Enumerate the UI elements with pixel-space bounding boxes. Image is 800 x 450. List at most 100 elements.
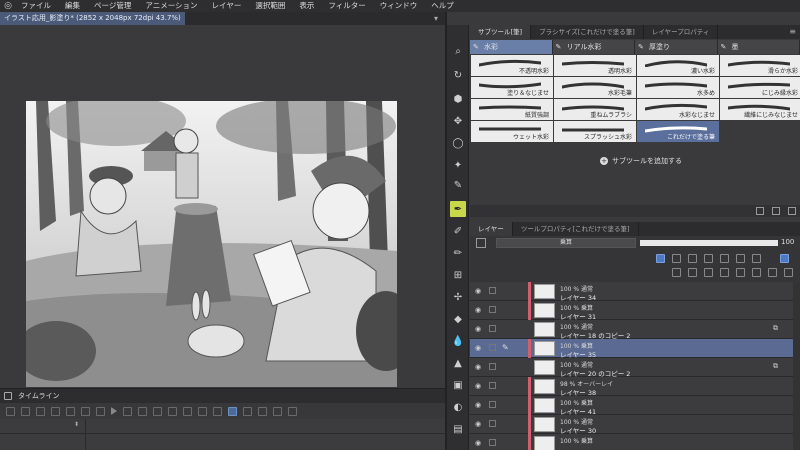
create-mask-icon[interactable] <box>752 268 761 277</box>
blend-mode-select[interactable]: 乗算 <box>496 238 636 248</box>
layer-row[interactable]: ◉ 100 % 乗算 レイヤー 41 <box>470 396 800 416</box>
lasso-tool-icon[interactable]: ◯ <box>450 135 466 151</box>
gradient-tool-icon[interactable]: ▣ <box>450 377 466 393</box>
prev-frame-button[interactable] <box>96 406 105 416</box>
subtool-item[interactable]: これだけで塗る筆 <box>637 121 719 142</box>
decoration-tool-icon[interactable]: ✢ <box>450 289 466 305</box>
layer-lock-checkbox[interactable] <box>489 439 496 446</box>
visibility-eye-icon[interactable]: ◉ <box>474 382 482 390</box>
keyframe-settings-button[interactable] <box>258 406 267 416</box>
visibility-eye-icon[interactable]: ◉ <box>474 344 482 352</box>
airbrush-tool-icon[interactable]: ⊞ <box>450 267 466 283</box>
layer-row[interactable]: ◉ 100 % 乗算 レイヤー 31 <box>470 301 800 321</box>
lock-layer-icon[interactable] <box>704 254 713 263</box>
subtool-item[interactable]: 濃い水彩 <box>637 55 719 76</box>
zoom-tool-icon[interactable]: ⌕ <box>450 43 466 59</box>
play-button[interactable] <box>111 407 117 415</box>
tab-layer-property[interactable]: レイヤープロパティ <box>644 25 719 39</box>
menu-item[interactable]: ファイル <box>14 0 58 12</box>
menu-item[interactable]: レイヤー <box>205 0 249 12</box>
subtool-item[interactable]: 水多め <box>637 77 719 98</box>
menu-item[interactable]: 編集 <box>58 0 87 12</box>
zoom-in-icon[interactable] <box>51 406 60 416</box>
group-ink[interactable]: ✎ 墨 <box>717 40 800 54</box>
menu-item[interactable]: ウィンドウ <box>373 0 425 12</box>
subtool-item[interactable]: スプラッシュ水彩 <box>554 121 636 142</box>
tab-subtool[interactable]: サブツール[筆] <box>470 25 532 39</box>
first-frame-button[interactable] <box>81 406 90 416</box>
group-real-watercolor[interactable]: ✎ リアル水彩 <box>552 40 635 54</box>
reference-layer-icon[interactable] <box>672 254 681 263</box>
layer-row[interactable]: ◉ 98 % オーバーレイ レイヤー 38 <box>470 377 800 397</box>
operation-tool-icon[interactable]: ⬢ <box>450 91 466 107</box>
save-button[interactable] <box>36 406 45 416</box>
menu-item[interactable]: 選択範囲 <box>248 0 292 12</box>
subtool-item[interactable]: にじみ縁水彩 <box>720 77 800 98</box>
specify-cel-button[interactable] <box>183 406 192 416</box>
frame-tool-icon[interactable]: ▤ <box>450 421 466 437</box>
timeline-spinner-icon[interactable]: ⬍ <box>74 421 79 428</box>
duplicate-subtool-icon[interactable] <box>756 207 764 215</box>
show-cels-button[interactable] <box>213 406 222 416</box>
visibility-eye-icon[interactable]: ◉ <box>474 287 482 295</box>
visibility-eye-icon[interactable]: ◉ <box>474 363 482 371</box>
edit-timeline-button[interactable] <box>21 406 30 416</box>
layer-list-scrollbar[interactable] <box>793 282 800 450</box>
visibility-eye-icon[interactable]: ◉ <box>474 306 482 314</box>
layer-row[interactable]: ◉ 100 % 通常 レイヤー 34 <box>470 282 800 302</box>
onion-skin-button[interactable] <box>198 406 207 416</box>
interpolation-button[interactable] <box>273 406 282 416</box>
delete-layer-icon[interactable] <box>784 268 793 277</box>
menu-item[interactable]: ページ管理 <box>87 0 138 12</box>
visibility-eye-icon[interactable]: ◉ <box>474 325 482 333</box>
layer-lock-checkbox[interactable] <box>489 401 496 408</box>
opacity-value[interactable]: 100 <box>781 238 794 246</box>
document-tab[interactable]: イラスト応用_影塗り* (2852 x 2048px 72dpi 43.7%) <box>0 12 185 25</box>
sync-button[interactable] <box>228 406 237 416</box>
layer-color-toggle-icon[interactable] <box>780 254 789 263</box>
rotate-tool-icon[interactable]: ↻ <box>450 67 466 83</box>
figure-tool-icon[interactable]: ◐ <box>450 399 466 415</box>
opacity-slider[interactable] <box>640 240 778 246</box>
auto-select-tool-icon[interactable]: ✦ <box>450 157 466 173</box>
lock-transparency-icon[interactable] <box>720 254 729 263</box>
layer-row[interactable]: ◉ ✎ 100 % 乗算 レイヤー 35 <box>470 339 800 359</box>
subtool-settings-icon[interactable] <box>772 207 780 215</box>
pen-tool-icon[interactable]: ✐ <box>450 223 466 239</box>
move-layer-tool-icon[interactable]: ✥ <box>450 113 466 129</box>
eyedropper-tool-icon[interactable]: ✎ <box>450 177 466 193</box>
group-thick-paint[interactable]: ✎ 厚塗り <box>635 40 718 54</box>
blend-tool-icon[interactable]: 💧 <box>450 333 466 349</box>
subtool-item[interactable]: 水彩毛筆 <box>554 77 636 98</box>
last-frame-button[interactable] <box>138 406 147 416</box>
fill-tool-icon[interactable]: ▲ <box>450 355 466 371</box>
new-folder-icon[interactable] <box>704 268 713 277</box>
layer-lock-checkbox[interactable] <box>489 382 496 389</box>
timeline-track-area[interactable]: ⬍ <box>0 419 445 450</box>
subtool-item[interactable]: 繊維にじみなじませ <box>720 99 800 120</box>
pencil-tool-icon[interactable]: ✏ <box>450 245 466 261</box>
subtool-item[interactable]: 塗り＆なじませ <box>471 77 553 98</box>
subtool-item[interactable]: 重ねムラブラシ <box>554 99 636 120</box>
menu-item[interactable]: フィルター <box>321 0 372 12</box>
panel-menu-icon[interactable]: ≡ <box>789 25 796 39</box>
eraser-tool-icon[interactable]: ◆ <box>450 311 466 327</box>
group-watercolor[interactable]: ✎ 水彩 <box>470 40 553 54</box>
subtool-item[interactable]: 水彩なじませ <box>637 99 719 120</box>
draft-layer-icon[interactable] <box>688 254 697 263</box>
keyframe-button[interactable] <box>243 406 252 416</box>
transfer-to-lower-layer-icon[interactable] <box>720 268 729 277</box>
visibility-eye-icon[interactable]: ◉ <box>474 401 482 409</box>
clip-to-layer-below-icon[interactable] <box>656 254 665 263</box>
menu-item[interactable]: ヘルプ <box>424 0 461 12</box>
layer-row[interactable]: ◉ 100 % 通常 レイヤー 18 のコピー 2 ⧉ <box>470 320 800 340</box>
layer-lock-checkbox[interactable] <box>489 420 496 427</box>
tab-brush-size[interactable]: ブラシサイズ[これだけで塗る筆] <box>531 25 644 39</box>
layer-lock-checkbox[interactable] <box>489 287 496 294</box>
next-frame-button[interactable] <box>123 406 132 416</box>
apply-mask-icon[interactable] <box>768 268 777 277</box>
tab-menu-icon[interactable]: ▾ <box>434 12 438 25</box>
ruler-icon[interactable] <box>752 254 761 263</box>
new-vector-layer-icon[interactable] <box>688 268 697 277</box>
loop-button[interactable] <box>153 406 162 416</box>
